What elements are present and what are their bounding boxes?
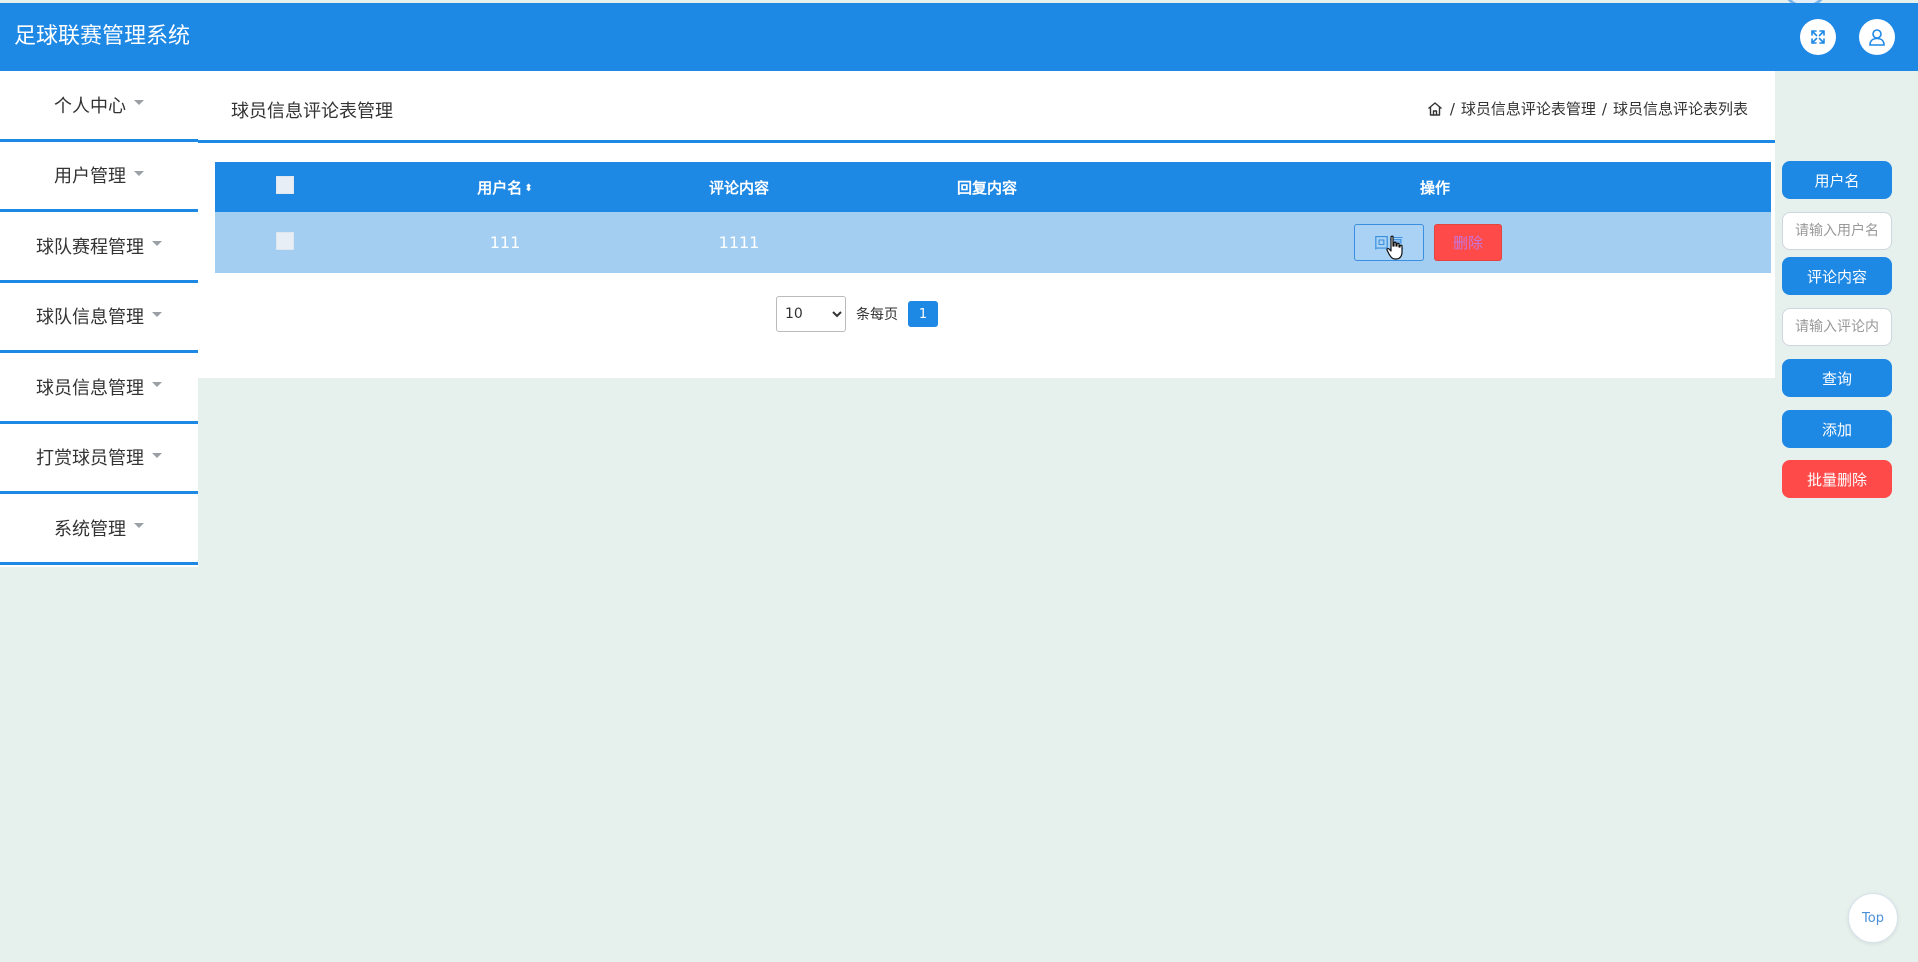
- username-label-button[interactable]: 用户名: [1782, 161, 1892, 199]
- table-row: 111 1111 回复 删除: [215, 212, 1771, 273]
- sidebar-item-label: 打赏球员管理: [36, 448, 144, 470]
- cell-username: 111: [489, 233, 521, 252]
- sidebar-item-team-info[interactable]: 球队信息管理: [0, 283, 198, 353]
- breadcrumb-item: 球员信息评论表列表: [1612, 100, 1748, 118]
- column-actions: 操作: [1419, 178, 1450, 197]
- sidebar-item-user-management[interactable]: 用户管理: [0, 142, 198, 212]
- query-button[interactable]: 查询: [1782, 359, 1892, 397]
- home-icon[interactable]: [1426, 100, 1444, 118]
- sidebar-item-system[interactable]: 系统管理: [0, 494, 198, 565]
- sidebar-item-player-info[interactable]: 球员信息管理: [0, 353, 198, 424]
- select-all-checkbox[interactable]: [276, 176, 294, 194]
- sidebar-item-personal-center[interactable]: 个人中心: [0, 71, 198, 142]
- column-username-label: 用户名: [477, 178, 523, 197]
- cell-comment: 1111: [718, 233, 760, 252]
- comment-label-button[interactable]: 评论内容: [1782, 257, 1892, 295]
- fullscreen-icon: [1811, 30, 1825, 44]
- batch-delete-button[interactable]: 批量删除: [1782, 460, 1892, 498]
- sidebar: 个人中心 用户管理 球队赛程管理 球队信息管理 球员信息管理 打赏球员管理 系统…: [0, 71, 198, 567]
- row-checkbox[interactable]: [276, 231, 294, 250]
- sidebar-item-player-reward[interactable]: 打赏球员管理: [0, 424, 198, 494]
- caret-down-icon: [152, 382, 162, 388]
- user-icon: [1869, 29, 1885, 46]
- back-to-top-button[interactable]: Top: [1848, 893, 1898, 943]
- column-username[interactable]: 用户名 ⬍: [455, 177, 555, 198]
- top-header: 足球联赛管理系统: [0, 3, 1918, 71]
- sidebar-item-team-schedule[interactable]: 球队赛程管理: [0, 212, 198, 283]
- sort-icon[interactable]: ⬍: [524, 183, 532, 194]
- user-profile-button[interactable]: [1859, 19, 1895, 55]
- app-title: 足球联赛管理系统: [14, 24, 191, 49]
- breadcrumb-separator: /: [1449, 99, 1455, 118]
- sidebar-item-label: 球员信息管理: [36, 377, 144, 399]
- caret-down-icon: [152, 241, 162, 247]
- sidebar-item-label: 个人中心: [54, 95, 126, 117]
- sidebar-item-label: 用户管理: [54, 166, 126, 188]
- per-page-label: 条每页: [856, 307, 898, 323]
- breadcrumb-item[interactable]: 球员信息评论表管理: [1461, 98, 1596, 119]
- sidebar-item-label: 球队信息管理: [36, 307, 144, 329]
- sidebar-item-label: 球队赛程管理: [36, 236, 144, 258]
- column-reply: 回复内容: [956, 178, 1017, 197]
- caret-down-icon: [152, 452, 162, 458]
- breadcrumb-separator: /: [1601, 99, 1607, 118]
- caret-down-icon: [134, 100, 144, 106]
- username-search-input[interactable]: [1782, 212, 1892, 250]
- sidebar-item-label: 系统管理: [54, 518, 126, 540]
- page-number-button[interactable]: 1: [908, 301, 938, 327]
- delete-button[interactable]: 删除: [1434, 224, 1502, 261]
- caret-down-icon: [152, 311, 162, 317]
- page-size-select[interactable]: 10 20 30 50: [776, 296, 846, 332]
- pagination: 10 20 30 50 条每页 1: [776, 296, 938, 332]
- fullscreen-button[interactable]: [1800, 19, 1836, 55]
- page-header: 球员信息评论表管理 / 球员信息评论表管理 / 球员信息评论表列表: [198, 71, 1775, 143]
- column-comment: 评论内容: [708, 178, 769, 197]
- table-header: 用户名 ⬍ 评论内容 回复内容 操作: [215, 162, 1771, 212]
- row-select-cell: [275, 231, 295, 254]
- add-button[interactable]: 添加: [1782, 410, 1892, 448]
- caret-down-icon: [134, 170, 144, 176]
- breadcrumb: / 球员信息评论表管理 / 球员信息评论表列表: [1426, 98, 1748, 119]
- comment-search-input[interactable]: [1782, 308, 1892, 346]
- select-all-cell: [275, 176, 295, 198]
- reply-button[interactable]: 回复: [1354, 224, 1424, 261]
- caret-down-icon: [134, 523, 144, 529]
- main-panel: 球员信息评论表管理 / 球员信息评论表管理 / 球员信息评论表列表 用户名 ⬍ …: [198, 71, 1775, 378]
- page-title: 球员信息评论表管理: [231, 101, 393, 122]
- comments-table: 用户名 ⬍ 评论内容 回复内容 操作 111 1111 回复 删除: [215, 162, 1771, 273]
